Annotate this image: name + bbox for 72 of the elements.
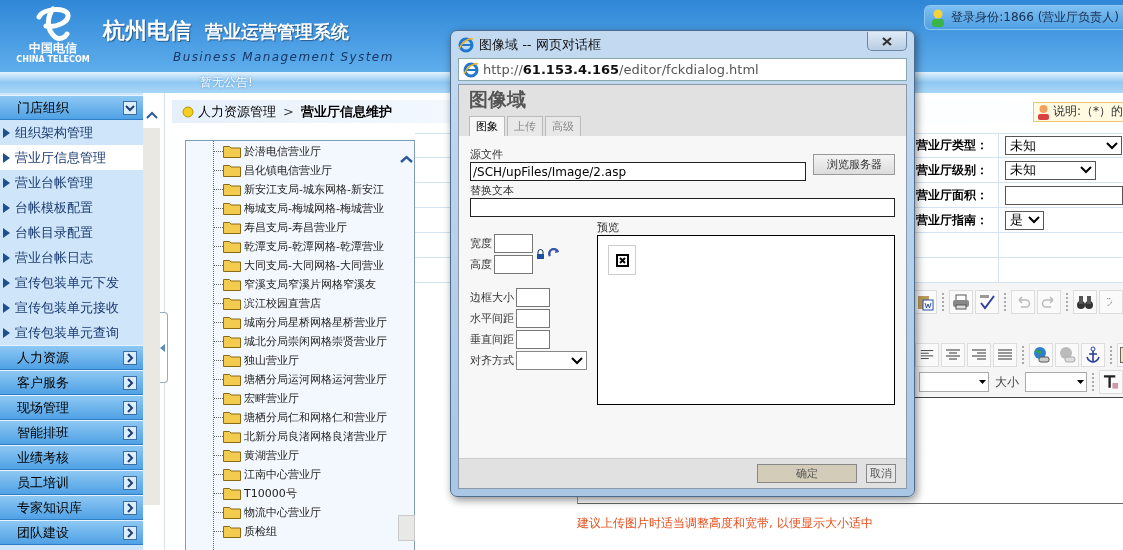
- tree-item[interactable]: 黄湖营业厅: [244, 448, 299, 463]
- breadcrumb-current: 营业厅信息维护: [300, 102, 392, 121]
- tree-item[interactable]: 塘栖分局运河网格运河营业厅: [244, 372, 387, 387]
- upload-hint: 建议上传图片时适当调整高度和宽带, 以便显示大小适中: [577, 515, 874, 532]
- dropdown[interactable]: 未知: [1005, 160, 1096, 180]
- menu-item[interactable]: 宣传包装单元接收: [0, 295, 143, 320]
- menu-item[interactable]: 营业厅信息管理: [0, 145, 143, 170]
- field-label: 高度: [470, 257, 492, 272]
- menu-item[interactable]: 台帐模板配置: [0, 195, 143, 220]
- logo-caption: CHINA TELECOM: [16, 55, 90, 64]
- field-label: 预览: [597, 221, 620, 235]
- field-label: 对齐方式: [470, 353, 514, 368]
- menu-item[interactable]: 宣传包装单元查询: [0, 320, 143, 345]
- breadcrumb-separator: >: [283, 104, 294, 119]
- notice-text: 暂无公告!: [200, 74, 253, 91]
- tab[interactable]: 图象: [469, 116, 505, 136]
- menu-group-header[interactable]: 客户服务: [0, 370, 143, 395]
- logo-text: 中国电信: [29, 41, 77, 55]
- tree-item[interactable]: 城南分局星桥网格星桥营业厅: [244, 315, 387, 330]
- tree-item[interactable]: 城北分局崇闲网格崇贤营业厅: [244, 334, 387, 349]
- field-label: 宽度: [470, 236, 492, 251]
- dropdown[interactable]: 未知: [1005, 136, 1122, 155]
- tree-item[interactable]: 江南中心营业厅: [244, 467, 321, 482]
- field-label: 水平间距: [470, 311, 514, 326]
- menu-group-header[interactable]: 人力资源: [0, 345, 143, 370]
- tree-item[interactable]: 於潜电信营业厅: [244, 144, 321, 159]
- tree-item[interactable]: 宏畔营业厅: [244, 391, 299, 406]
- tree-item[interactable]: 北新分局良渚网格良渚营业厅: [244, 429, 387, 444]
- browse-button[interactable]: 浏览服务器: [813, 154, 895, 175]
- dropdown[interactable]: 是: [1005, 210, 1044, 230]
- tree-item[interactable]: T10000号: [244, 486, 297, 501]
- tree-item[interactable]: 滨江校园直营店: [244, 296, 321, 311]
- menu-item[interactable]: 台帐目录配置: [0, 220, 143, 245]
- tree-item[interactable]: 塘栖分局仁和网格仁和营业厅: [244, 410, 387, 425]
- field-label: 源文件: [470, 148, 504, 162]
- menu-group-header[interactable]: 专家知识库: [0, 495, 143, 520]
- menu-group-header[interactable]: 现场管理: [0, 395, 143, 420]
- system-subtitle: 营业运营管理系统: [205, 20, 349, 44]
- tree-item[interactable]: 独山营业厅: [244, 353, 299, 368]
- dialog-heading: 图像域: [469, 87, 527, 112]
- dialog-button[interactable]: 取消: [866, 464, 896, 483]
- menu-item[interactable]: 营业台帐管理: [0, 170, 143, 195]
- size-label: 大小: [994, 373, 1019, 391]
- tree-item[interactable]: 梅城支局-梅城网格-梅城营业: [244, 201, 384, 216]
- menu-group-header[interactable]: 业绩考核: [0, 445, 143, 470]
- menu-group-header[interactable]: 智能排班: [0, 420, 143, 445]
- tree-item[interactable]: 昌化镇电信营业厅: [244, 163, 332, 178]
- field-label: 边框大小: [470, 290, 514, 305]
- source-field[interactable]: /SCH/upFiles/Image/2.asp: [470, 162, 806, 181]
- tree-item[interactable]: 新安江支局-城东网格-新安江: [244, 182, 384, 197]
- field-label: 替换文本: [470, 184, 515, 198]
- login-text: 登录身份:1866 (营业厅负责人): [951, 9, 1119, 26]
- system-title: 杭州电信: [103, 17, 191, 45]
- breadcrumb-link[interactable]: 人力资源管理: [198, 102, 276, 121]
- system-tagline: Business Management System: [173, 50, 394, 64]
- field-label: 垂直间距: [470, 332, 514, 347]
- url-text: http://61.153.4.165/editor/fckdialog.html: [483, 62, 759, 77]
- menu-item[interactable]: 营业台帐日志: [0, 245, 143, 270]
- menu-group-header[interactable]: 团队建设: [0, 520, 143, 545]
- menu-group-header[interactable]: 员工培训: [0, 470, 143, 495]
- tree-item[interactable]: 寿昌支局-寿昌营业厅: [244, 220, 347, 235]
- tree-item[interactable]: 质检组: [244, 524, 277, 539]
- dialog-title: 图像域 -- 网页对话框: [479, 35, 601, 54]
- hint-text: 说明:（*）的: [1052, 103, 1123, 120]
- tree-item[interactable]: 大同支局-大同网格-大同营业: [244, 258, 384, 273]
- dialog-button[interactable]: 确定: [757, 464, 857, 483]
- tree-item[interactable]: 物流中心营业厅: [244, 505, 321, 520]
- menu-item[interactable]: 组织架构管理: [0, 120, 143, 145]
- tree-item[interactable]: 乾潭支局-乾潭网格-乾潭营业: [244, 239, 384, 254]
- menu-group-header[interactable]: 门店组织: [0, 95, 143, 120]
- tree-item[interactable]: 窄溪支局窄溪片网格窄溪友: [244, 277, 376, 292]
- menu-item[interactable]: 宣传包装单元下发: [0, 270, 143, 295]
